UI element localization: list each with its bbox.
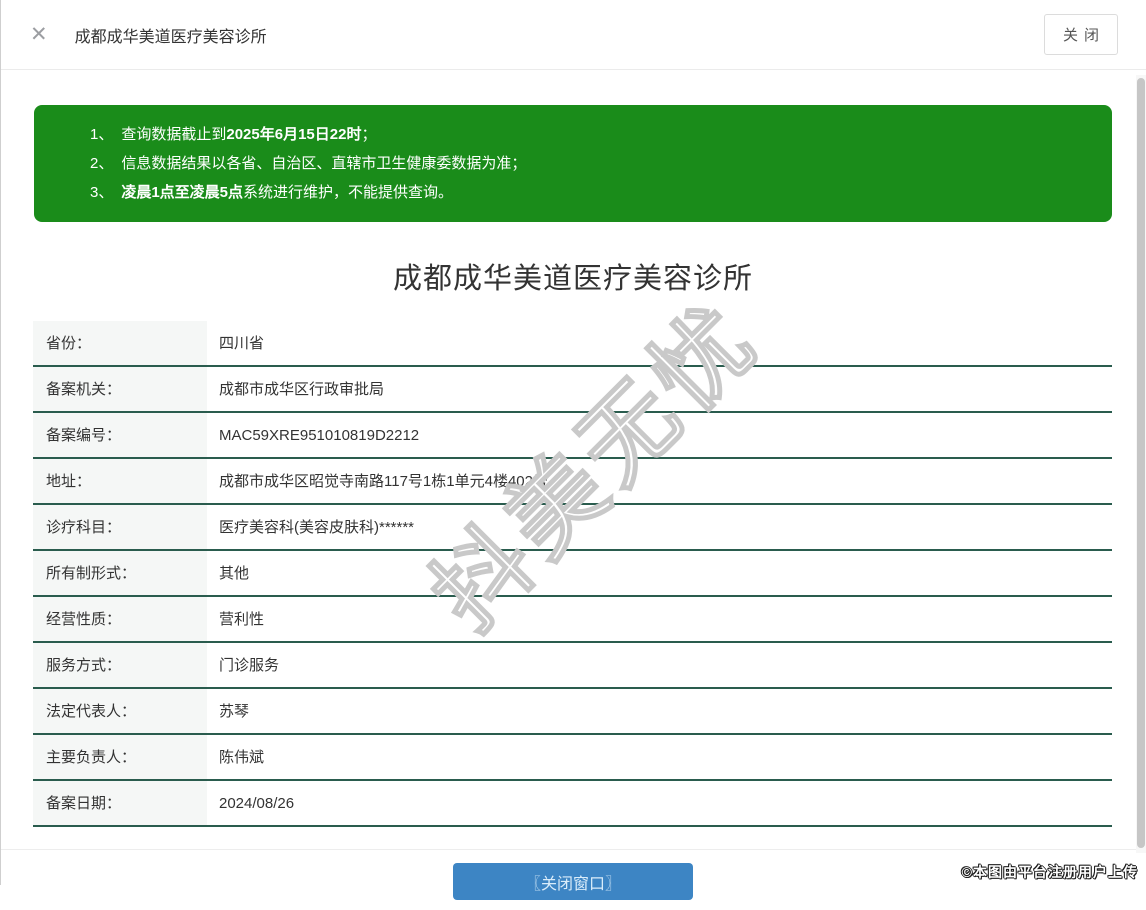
- info-table: 省份： 四川省 备案机关： 成都市成华区行政审批局 备案编号： MAC59XRE…: [33, 321, 1112, 827]
- field-label: 备案编号：: [33, 413, 207, 457]
- field-value: 四川省: [219, 335, 265, 352]
- scrollbar-track[interactable]: [1136, 75, 1146, 853]
- notice-line-3: 3、 凌晨1点至凌晨5点系统进行维护，不能提供查询。: [90, 178, 1092, 207]
- notice-line-1-pre: 查询数据截止到: [121, 126, 227, 143]
- notice-line-3-num: 3、: [90, 184, 114, 201]
- close-x-icon[interactable]: ✕: [30, 24, 48, 45]
- field-label: 经营性质：: [33, 597, 207, 641]
- table-row-address: 地址： 成都市成华区昭觉寺南路117号1栋1单元4楼402号: [33, 459, 1112, 505]
- dialog-title: 成都成华美道医疗美容诊所: [74, 28, 267, 46]
- table-row-legal-representative: 法定代表人： 苏琴: [33, 689, 1112, 735]
- table-row-ownership-form: 所有制形式： 其他: [33, 551, 1112, 597]
- dialog-left-border: [0, 0, 1, 885]
- close-button[interactable]: 关闭: [1043, 14, 1118, 55]
- field-value: 2024/08/26: [219, 795, 295, 812]
- notice-line-3-bold: 凌晨1点至凌晨5点: [121, 184, 244, 201]
- field-label: 主要负责人：: [33, 735, 207, 779]
- field-label: 备案日期：: [33, 781, 207, 825]
- notice-line-2-num: 2、: [90, 155, 114, 172]
- field-value: 苏琴: [219, 703, 250, 720]
- close-window-button[interactable]: 〖关闭窗口〗: [453, 863, 693, 900]
- page-title: 成都成华美道医疗美容诊所: [392, 263, 753, 295]
- field-label: 所有制形式：: [33, 551, 207, 595]
- field-label: 诊疗科目：: [33, 505, 207, 549]
- notice-line-2: 2、 信息数据结果以各省、自治区、直辖市卫生健康委数据为准；: [90, 149, 1092, 178]
- field-value: 营利性: [219, 611, 265, 628]
- table-row-filing-date: 备案日期： 2024/08/26: [33, 781, 1112, 827]
- table-row-filing-authority: 备案机关： 成都市成华区行政审批局: [33, 367, 1112, 413]
- field-value: MAC59XRE951010819D2212: [219, 427, 420, 444]
- dialog-header: ✕ 成都成华美道医疗美容诊所 关闭: [0, 0, 1146, 70]
- field-value: 其他: [219, 565, 250, 582]
- notice-line-1-num: 1、: [90, 126, 114, 143]
- notice-line-1: 1、 查询数据截止到2025年6月15日22时；: [90, 120, 1092, 149]
- copyright-watermark: ©本图由平台注册用户上传: [961, 864, 1138, 880]
- field-value: 陈伟斌: [219, 749, 265, 766]
- field-value: 成都市成华区行政审批局: [219, 381, 385, 398]
- table-row-service-mode: 服务方式： 门诊服务: [33, 643, 1112, 689]
- notice-line-1-post: ；: [361, 126, 377, 143]
- field-label: 地址：: [33, 459, 207, 503]
- table-row-province: 省份： 四川省: [33, 321, 1112, 367]
- table-row-business-nature: 经营性质： 营利性: [33, 597, 1112, 643]
- field-label: 法定代表人：: [33, 689, 207, 733]
- table-row-treatment-subjects: 诊疗科目： 医疗美容科(美容皮肤科)******: [33, 505, 1112, 551]
- scrollbar-thumb[interactable]: [1137, 78, 1145, 848]
- notice-box: 1、 查询数据截止到2025年6月15日22时； 2、 信息数据结果以各省、自治区、…: [34, 105, 1112, 222]
- notice-line-3-post: 系统进行维护，不能提供查询。: [243, 184, 454, 201]
- table-row-filing-number: 备案编号： MAC59XRE951010819D2212: [33, 413, 1112, 459]
- field-value: 成都市成华区昭觉寺南路117号1栋1单元4楼402号: [219, 473, 548, 490]
- field-label: 服务方式：: [33, 643, 207, 687]
- field-label: 备案机关：: [33, 367, 207, 411]
- notice-line-1-bold: 2025年6月15日22时: [226, 126, 362, 143]
- field-value: 医疗美容科(美容皮肤科)******: [219, 519, 415, 536]
- table-row-main-person-in-charge: 主要负责人： 陈伟斌: [33, 735, 1112, 781]
- notice-line-2-pre: 信息数据结果以各省、自治区、直辖市卫生健康委数据为准；: [121, 155, 527, 172]
- field-value: 门诊服务: [219, 657, 280, 674]
- field-label: 省份：: [33, 321, 207, 365]
